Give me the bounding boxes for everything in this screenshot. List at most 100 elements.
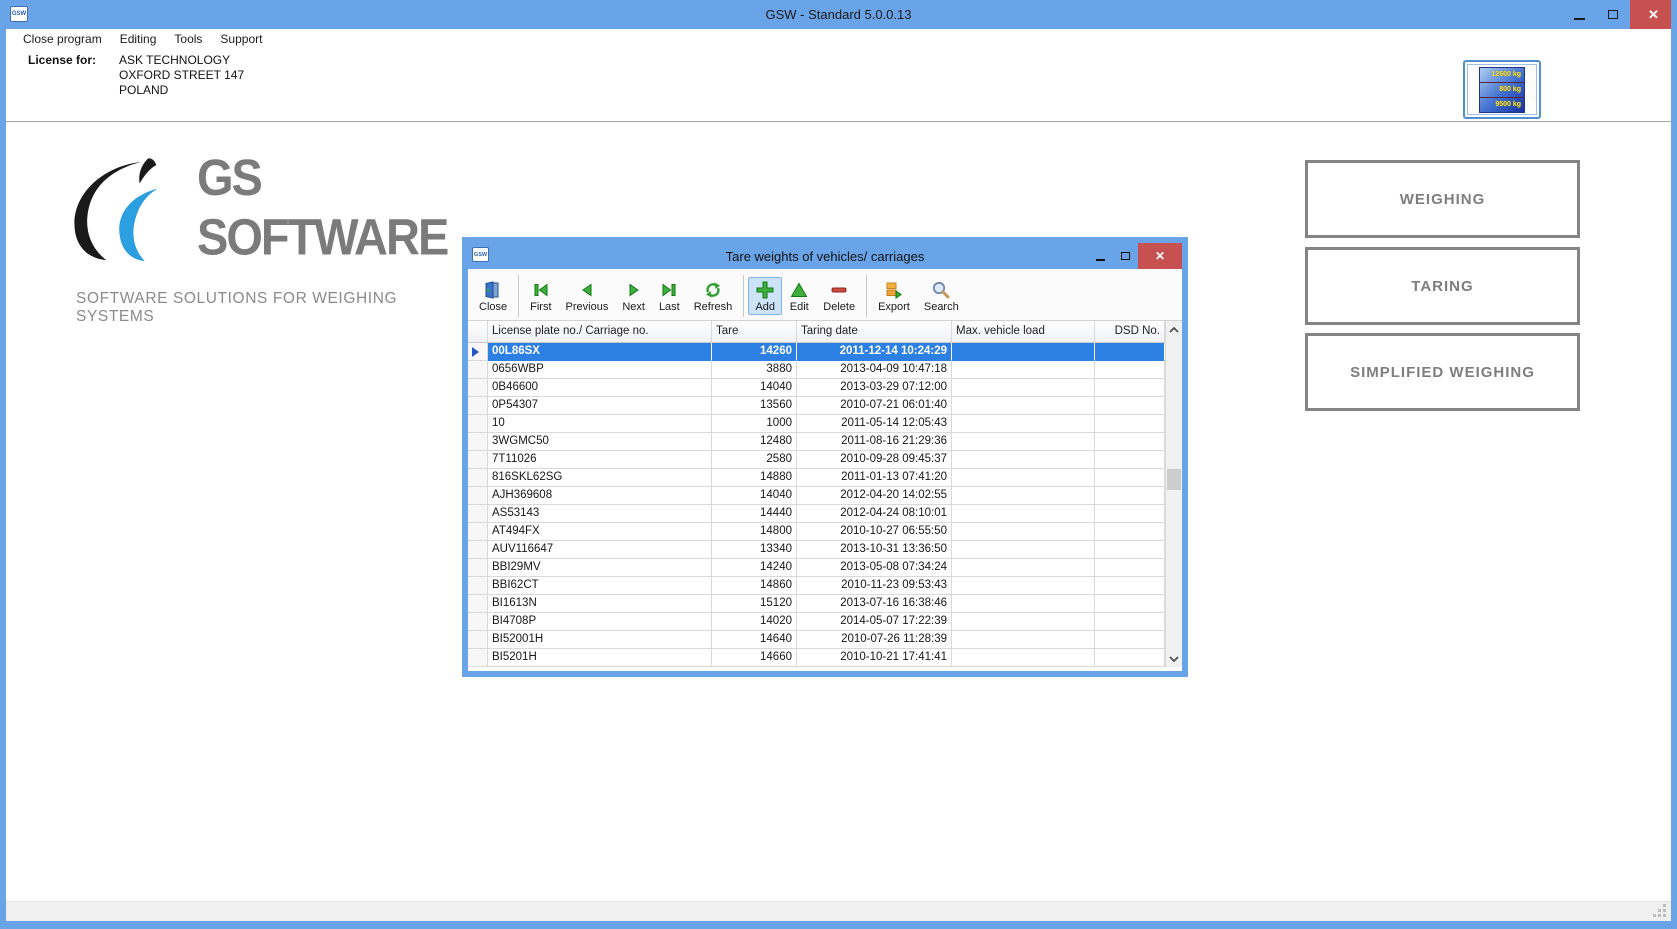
table-row[interactable]: 0P54307135602010-07-21 06:01:40 xyxy=(468,397,1182,415)
column-header[interactable]: Tare xyxy=(712,321,797,342)
table-row[interactable]: 816SKL62SG148802011-01-13 07:41:20 xyxy=(468,469,1182,487)
cell: BI1613N xyxy=(488,595,712,613)
main-titlebar: GSW GSW - Standard 5.0.0.13 ✕ xyxy=(0,0,1677,29)
vertical-scrollbar[interactable] xyxy=(1165,321,1182,667)
scroll-down-button[interactable] xyxy=(1166,650,1182,667)
dialog-minimize-button[interactable] xyxy=(1088,243,1113,269)
cell: 2580 xyxy=(712,451,797,469)
table-row[interactable]: 7T1102625802010-09-28 09:45:37 xyxy=(468,451,1182,469)
scoreboard-display-button[interactable]: 12600 kg800 kg9500 kg xyxy=(1463,60,1541,119)
menu-item-tools[interactable]: Tools xyxy=(165,30,211,48)
scrollbar-thumb[interactable] xyxy=(1167,469,1181,490)
menu-item-editing[interactable]: Editing xyxy=(111,30,166,48)
column-header[interactable]: License plate no./ Carriage no. xyxy=(488,321,712,342)
column-header[interactable]: Taring date xyxy=(797,321,952,342)
cell: 2010-11-23 09:53:43 xyxy=(797,577,952,595)
close-toolbar-button[interactable]: Close xyxy=(472,277,514,315)
cell: BBI29MV xyxy=(488,559,712,577)
first-toolbar-button[interactable]: First xyxy=(523,277,558,315)
cell: 2013-05-08 07:34:24 xyxy=(797,559,952,577)
tare-weights-dialog: GSW Tare weights of vehicles/ carriages … xyxy=(462,237,1188,677)
table-row[interactable]: 0B46600140402013-03-29 07:12:00 xyxy=(468,379,1182,397)
table-row[interactable]: 3WGMC50124802011-08-16 21:29:36 xyxy=(468,433,1182,451)
cell xyxy=(952,505,1095,523)
window-title: GSW - Standard 5.0.0.13 xyxy=(0,7,1677,22)
weighing-button[interactable]: WEIGHING xyxy=(1305,160,1580,238)
row-gutter xyxy=(468,559,488,577)
cell: 13340 xyxy=(712,541,797,559)
resize-grip-icon[interactable] xyxy=(1663,914,1666,917)
minimize-icon xyxy=(1574,18,1585,20)
cell xyxy=(952,343,1095,361)
cell: 12480 xyxy=(712,433,797,451)
cell: BI4708P xyxy=(488,613,712,631)
dialog-maximize-button[interactable] xyxy=(1113,243,1138,269)
table-row[interactable]: 1010002011-05-14 12:05:43 xyxy=(468,415,1182,433)
cell: AUV116647 xyxy=(488,541,712,559)
scroll-up-button[interactable] xyxy=(1166,321,1182,338)
previous-toolbar-button[interactable]: Previous xyxy=(559,277,616,315)
menubar: Close programEditingToolsSupport xyxy=(6,29,1671,49)
row-gutter xyxy=(468,379,488,397)
edit-toolbar-button[interactable]: Edit xyxy=(782,277,816,315)
last-toolbar-button[interactable]: Last xyxy=(652,277,687,315)
menu-item-support[interactable]: Support xyxy=(211,30,271,48)
cell: 14860 xyxy=(712,577,797,595)
cell: 15120 xyxy=(712,595,797,613)
cell: BI52001H xyxy=(488,631,712,649)
simplified-weighing-button[interactable]: SIMPLIFIED WEIGHING xyxy=(1305,333,1580,411)
cell: 2010-07-21 06:01:40 xyxy=(797,397,952,415)
refresh-toolbar-button[interactable]: Refresh xyxy=(687,277,740,315)
table-row[interactable]: 00L86SX142602011-12-14 10:24:29 xyxy=(468,343,1182,361)
close-button[interactable]: ✕ xyxy=(1630,0,1677,29)
cell: 2010-10-27 06:55:50 xyxy=(797,523,952,541)
next-toolbar-button[interactable]: Next xyxy=(615,277,652,315)
cell: 14260 xyxy=(712,343,797,361)
cell: AT494FX xyxy=(488,523,712,541)
tare-grid: License plate no./ Carriage no.TareTarin… xyxy=(468,321,1182,667)
first-icon xyxy=(531,280,551,300)
first-label: First xyxy=(530,301,551,313)
cell: 3WGMC50 xyxy=(488,433,712,451)
table-row[interactable]: BBI29MV142402013-05-08 07:34:24 xyxy=(468,559,1182,577)
column-header[interactable]: Max. vehicle load xyxy=(952,321,1095,342)
delete-toolbar-button[interactable]: Delete xyxy=(816,277,862,315)
license-panel: License for: ASK TECHNOLOGYOXFORD STREET… xyxy=(6,49,1671,121)
search-toolbar-button[interactable]: Search xyxy=(917,277,966,315)
app-gsw-icon: GSW xyxy=(10,6,28,22)
table-row[interactable]: AS53143144402012-04-24 08:10:01 xyxy=(468,505,1182,523)
scoreboard-row: 9500 kg xyxy=(1480,98,1524,112)
add-toolbar-button[interactable]: Add xyxy=(748,277,782,315)
cell: 2013-07-16 16:38:46 xyxy=(797,595,952,613)
table-row[interactable]: BI1613N151202013-07-16 16:38:46 xyxy=(468,595,1182,613)
dialog-close-button[interactable]: ✕ xyxy=(1138,243,1182,269)
row-gutter xyxy=(468,469,488,487)
cell xyxy=(952,361,1095,379)
scoreboard-icon: 12600 kg800 kg9500 kg xyxy=(1479,67,1525,113)
edit-label: Edit xyxy=(790,301,809,313)
menu-item-close-program[interactable]: Close program xyxy=(14,30,111,48)
export-toolbar-button[interactable]: Export xyxy=(871,277,917,315)
table-row[interactable]: AJH369608140402012-04-20 14:02:55 xyxy=(468,487,1182,505)
license-label: License for: xyxy=(28,53,96,67)
minimize-button[interactable] xyxy=(1562,0,1596,29)
dialog-titlebar: GSW Tare weights of vehicles/ carriages … xyxy=(468,243,1182,269)
cell xyxy=(952,379,1095,397)
cell: 7T11026 xyxy=(488,451,712,469)
table-row[interactable]: BI4708P140202014-05-07 17:22:39 xyxy=(468,613,1182,631)
maximize-button[interactable] xyxy=(1596,0,1630,29)
table-row[interactable]: BBI62CT148602010-11-23 09:53:43 xyxy=(468,577,1182,595)
next-icon xyxy=(624,280,644,300)
table-row[interactable]: BI5201H146602010-10-21 17:41:41 xyxy=(468,649,1182,667)
cell: 2013-10-31 13:36:50 xyxy=(797,541,952,559)
taring-button[interactable]: TARING xyxy=(1305,247,1580,325)
cell xyxy=(952,523,1095,541)
cell: 2013-04-09 10:47:18 xyxy=(797,361,952,379)
cell: 2010-10-21 17:41:41 xyxy=(797,649,952,667)
table-row[interactable]: AT494FX148002010-10-27 06:55:50 xyxy=(468,523,1182,541)
table-row[interactable]: AUV116647133402013-10-31 13:36:50 xyxy=(468,541,1182,559)
column-header[interactable]: DSD No. xyxy=(1095,321,1165,342)
cell xyxy=(1095,505,1165,523)
table-row[interactable]: BI52001H146402010-07-26 11:28:39 xyxy=(468,631,1182,649)
table-row[interactable]: 0656WBP38802013-04-09 10:47:18 xyxy=(468,361,1182,379)
